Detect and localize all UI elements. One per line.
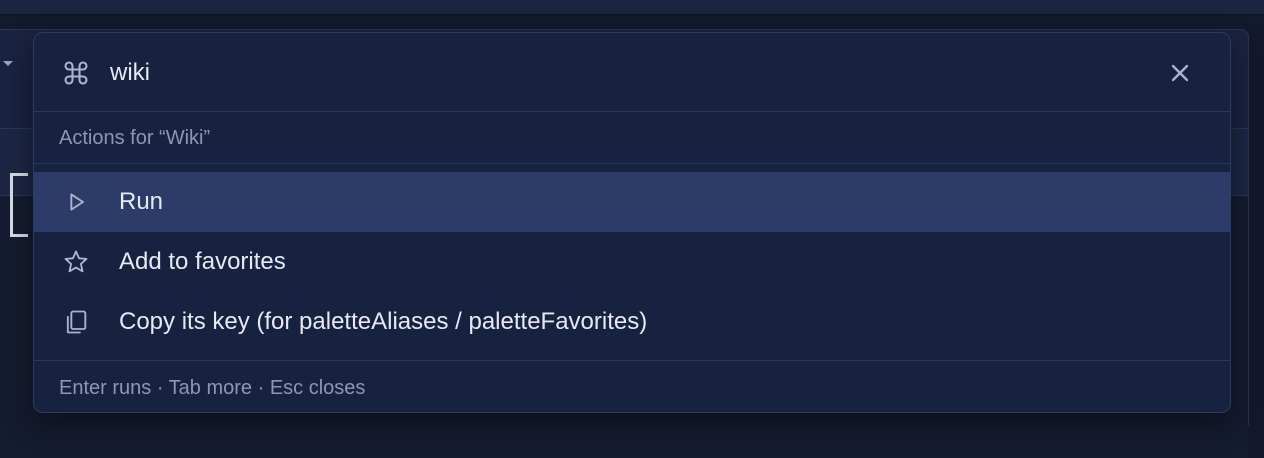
background-focus-outline (10, 173, 28, 237)
action-label: Add to favorites (119, 248, 286, 275)
close-icon[interactable] (1166, 59, 1194, 87)
play-icon (70, 193, 84, 211)
action-label: Run (119, 188, 164, 215)
palette-footer: Enter runs · Tab more · Esc closes (34, 360, 1230, 412)
keyboard-hints: Enter runs · Tab more · Esc closes (59, 377, 366, 399)
command-palette: Actions for “Wiki” Run Add to favorites … (33, 32, 1231, 413)
copy-icon (66, 310, 87, 334)
background-stripe (0, 15, 1264, 29)
background-top-bar (0, 0, 1264, 15)
palette-search-input[interactable] (110, 55, 1110, 91)
action-add-to-favorites[interactable]: Add to favorites (34, 232, 1230, 292)
star-icon (64, 250, 88, 273)
chevron-down-icon[interactable] (3, 61, 13, 66)
action-run[interactable]: Run (34, 172, 1230, 232)
section-header-label: Actions for “Wiki” (59, 127, 211, 149)
action-copy-key[interactable]: Copy its key (for paletteAliases / palet… (34, 292, 1230, 352)
command-icon (64, 61, 88, 85)
action-label: Copy its key (for paletteAliases / palet… (119, 308, 648, 335)
palette-search-row (34, 33, 1230, 112)
palette-section-header: Actions for “Wiki” (34, 112, 1230, 164)
